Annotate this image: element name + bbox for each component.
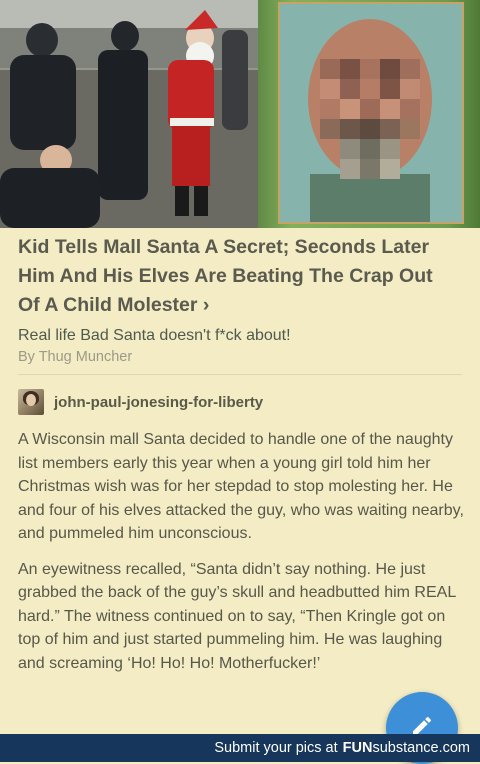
post-author[interactable]: john-paul-jonesing-for-liberty — [18, 388, 263, 416]
post-body: A Wisconsin mall Santa decided to handle… — [18, 428, 466, 687]
article-byline[interactable]: By Thug Muncher — [18, 349, 132, 365]
footer-brand: FUN substance .com — [338, 740, 470, 756]
article-title-text[interactable]: Kid Tells Mall Santa A Secret; Seconds L… — [18, 236, 433, 316]
post-paragraph: An eyewitness recalled, “Santa didn’t sa… — [18, 560, 456, 672]
brand-fun: FUN — [342, 740, 373, 756]
chevron-right-icon[interactable]: › — [203, 294, 210, 316]
post-paragraph: A Wisconsin mall Santa decided to handle… — [18, 431, 464, 542]
footer-watermark: Submit your pics at FUN substance .com — [0, 734, 480, 762]
divider — [18, 374, 462, 375]
brand-com: .com — [438, 740, 470, 756]
hero-image — [0, 0, 480, 228]
santa-arrest-photo — [0, 0, 258, 228]
mugshot-frame — [278, 2, 464, 224]
footer-text: Submit your pics at — [214, 740, 338, 756]
post-username[interactable]: john-paul-jonesing-for-liberty — [54, 394, 263, 411]
article-subtitle: Real life Bad Santa doesn't f*ck about! — [18, 327, 291, 344]
article-title[interactable]: Kid Tells Mall Santa A Secret; Seconds L… — [18, 233, 458, 320]
brand-substance: substance — [372, 740, 439, 756]
avatar[interactable] — [18, 389, 44, 415]
